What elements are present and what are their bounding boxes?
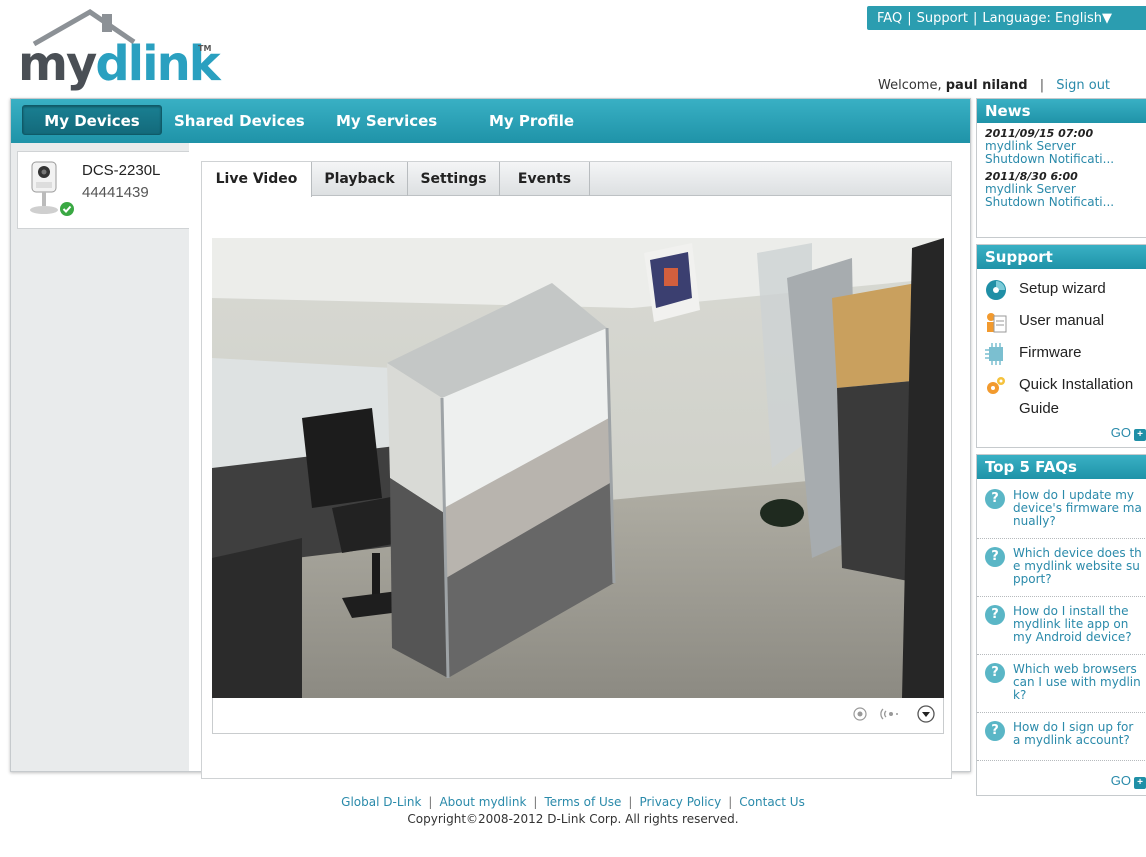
device-id: 44441439: [82, 184, 149, 201]
nav-tab-my-services[interactable]: My Services: [336, 99, 437, 143]
audio-icon[interactable]: [877, 707, 899, 721]
support-panel: Support Setup wizard User manual Firmwar…: [976, 244, 1146, 448]
faqs-title: Top 5 FAQs: [977, 455, 1146, 479]
support-item-label: Setup wizard: [1019, 280, 1106, 297]
news-link-line[interactable]: Shutdown Notificati...: [977, 196, 1146, 209]
separator: |: [907, 10, 912, 26]
footer-link-privacy[interactable]: Privacy Policy: [639, 795, 721, 809]
footer-link-terms[interactable]: Terms of Use: [544, 795, 621, 809]
footer-link-global-dlink[interactable]: Global D-Link: [341, 795, 421, 809]
copyright-text: Copyright©2008-2012 D-Link Corp. All rig…: [407, 812, 739, 826]
faq-text: Which device does th e mydlink website su…: [1013, 546, 1142, 586]
faq-text: How do I sign up for a mydlink account?: [1013, 720, 1134, 747]
top-faqs-panel: Top 5 FAQs ? How do I update my device's …: [976, 454, 1146, 796]
nav-tab-shared-devices[interactable]: Shared Devices: [174, 99, 305, 143]
faq-link[interactable]: FAQ: [877, 11, 902, 26]
user-name: paul niland: [945, 78, 1028, 93]
video-controls-bar: [212, 698, 944, 734]
camera-device-icon: [30, 161, 58, 214]
support-item-label: Quick Installation: [1019, 376, 1134, 393]
faq-item[interactable]: ? Which device does th e mydlink website …: [977, 543, 1146, 597]
record-icon[interactable]: [853, 707, 867, 721]
faq-item[interactable]: ? How do I sign up for a mydlink account?: [977, 717, 1146, 761]
nav-tab-my-devices[interactable]: My Devices: [22, 105, 162, 135]
device-tabs: Live Video Playback Settings Events: [202, 162, 951, 197]
support-go-button[interactable]: GO +: [1111, 425, 1146, 441]
support-item-label: Firmware: [1019, 344, 1082, 361]
footer-link-about[interactable]: About mydlink: [439, 795, 526, 809]
tab-settings[interactable]: Settings: [408, 162, 500, 196]
separator: |: [428, 795, 433, 809]
faqs-go-button[interactable]: GO +: [1111, 773, 1146, 789]
support-title: Support: [977, 245, 1146, 269]
chip-icon: [985, 343, 1003, 365]
separator: |: [628, 795, 633, 809]
main-nav: My Devices Shared Devices My Services My…: [11, 99, 970, 143]
welcome-bar: Welcome, paul niland | Sign out: [878, 78, 1110, 93]
question-icon: ?: [985, 547, 1005, 567]
trademark-mark: TM: [198, 44, 212, 53]
question-icon: ?: [985, 663, 1005, 683]
device-name: DCS-2230L: [82, 162, 161, 179]
question-icon: ?: [985, 721, 1005, 741]
question-icon: ?: [985, 489, 1005, 509]
main-frame: My Devices Shared Devices My Services My…: [10, 98, 971, 779]
plus-icon: +: [1134, 429, 1146, 441]
tab-events[interactable]: Events: [500, 162, 590, 196]
news-panel: News 2011/09/15 07:00 mydlink Server Shu…: [976, 98, 1146, 238]
nav-tab-my-profile[interactable]: My Profile: [489, 99, 574, 143]
device-list-item[interactable]: DCS-2230L 44441439: [17, 151, 189, 229]
faq-text: How do I install the mydlink lite app on m…: [1013, 604, 1132, 644]
logo-wordmark: mydlink: [18, 36, 221, 92]
news-title: News: [977, 99, 1146, 123]
sign-out-link[interactable]: Sign out: [1056, 78, 1110, 93]
device-content-panel: Live Video Playback Settings Events: [201, 161, 952, 779]
faq-item[interactable]: ? Which web browsers can I use with mydli…: [977, 659, 1146, 713]
live-video-view[interactable]: [212, 238, 944, 698]
language-selector[interactable]: Language: English▼: [982, 11, 1112, 26]
plus-icon: +: [1134, 777, 1146, 789]
welcome-prefix: Welcome,: [878, 78, 942, 93]
camera-feed-image: [212, 238, 944, 698]
chevron-down-icon[interactable]: [917, 705, 935, 723]
disc-icon: [986, 280, 1006, 300]
support-link[interactable]: Support: [917, 11, 968, 26]
tab-live-video[interactable]: Live Video: [202, 162, 312, 197]
faq-item[interactable]: ? How do I install the mydlink lite app o…: [977, 601, 1146, 655]
support-item-label: Guide: [1019, 400, 1060, 417]
question-icon: ?: [985, 605, 1005, 625]
faq-text: How do I update my device's firmware ma nu…: [1013, 488, 1142, 528]
faq-text: Which web browsers can I use with mydlin k…: [1013, 662, 1141, 702]
separator: |: [728, 795, 733, 809]
online-check-icon: [60, 202, 74, 216]
device-sidebar: DCS-2230L 44441439: [11, 143, 189, 771]
separator: |: [1039, 78, 1045, 93]
go-label: GO: [1110, 425, 1131, 440]
top-utility-bar: FAQ | Support | Language: English▼: [867, 6, 1146, 30]
footer-links: Global D-Link | About mydlink | Terms of Use…: [0, 795, 1146, 809]
tab-playback[interactable]: Playback: [312, 162, 408, 196]
mydlink-logo[interactable]: mydlink TM: [18, 8, 221, 92]
footer-link-contact[interactable]: Contact Us: [739, 795, 805, 809]
separator: |: [533, 795, 538, 809]
separator: |: [972, 10, 978, 26]
manual-person-icon: [987, 313, 1007, 333]
go-label: GO: [1110, 773, 1131, 788]
faq-item[interactable]: ? How do I update my device's firmware ma…: [977, 485, 1146, 539]
news-link-line[interactable]: Shutdown Notificati...: [977, 153, 1146, 166]
gears-icon: [987, 377, 1005, 394]
support-item-label: User manual: [1019, 312, 1105, 329]
